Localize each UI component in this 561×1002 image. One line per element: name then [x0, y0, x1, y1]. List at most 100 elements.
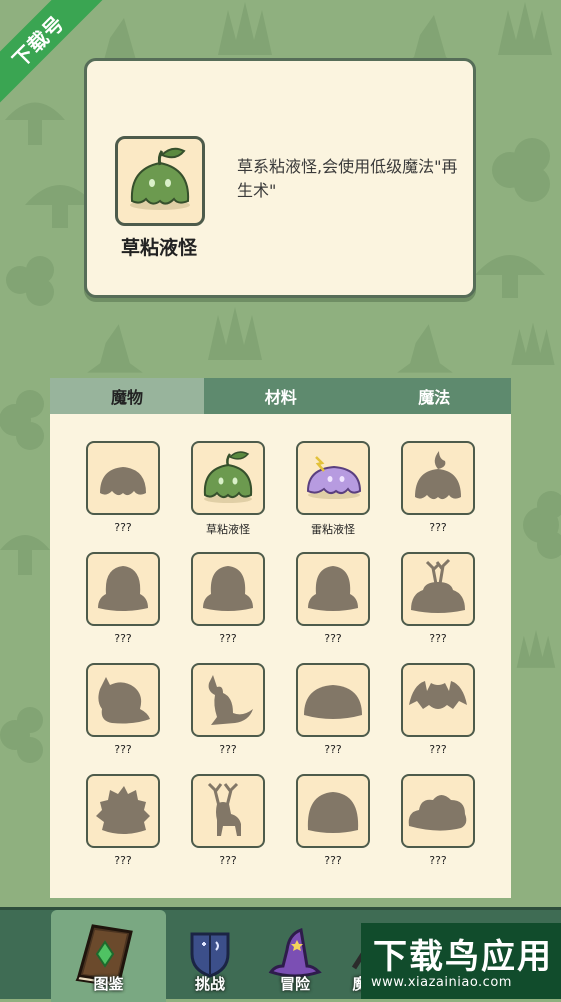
tab-monsters[interactable]: 魔物 — [50, 378, 204, 414]
nav-label: 图鉴 — [93, 975, 124, 993]
monster-label: ??? — [114, 743, 132, 756]
nav-adventure[interactable]: 冒险 — [255, 910, 335, 1002]
monster-entry[interactable]: ??? — [296, 663, 370, 756]
grass-pattern-icon — [208, 307, 262, 360]
monster-entry[interactable]: ??? — [191, 663, 265, 756]
watermark-url: www.xiazainiao.com — [371, 975, 512, 990]
mound-silhouette-icon — [304, 685, 362, 719]
monster-grid: ??? 草粘液怪 雷粘液怪 ??? ??? ??? ??? ??? ??? ??… — [86, 441, 475, 867]
monster-slot[interactable] — [86, 774, 160, 848]
monster-entry[interactable]: 草粘液怪 — [191, 441, 265, 536]
monster-slot[interactable] — [296, 663, 370, 737]
nav-label: 冒险 — [279, 975, 310, 993]
monster-label: ??? — [429, 632, 447, 645]
monster-description: 草系粘液怪,会使用低级魔法"再生术" — [237, 157, 458, 200]
blob-silhouette-icon — [98, 566, 148, 611]
blob-silhouette-icon — [308, 566, 358, 611]
monster-slot[interactable] — [401, 774, 475, 848]
category-tabs: 魔物 材料 魔法 — [50, 378, 511, 414]
watermark-banner: 下载鸟应用 www.xiazainiao.com — [361, 923, 561, 999]
grass-pattern-icon — [516, 630, 556, 668]
monster-entry[interactable]: ??? — [86, 774, 160, 867]
monster-label: ??? — [324, 743, 342, 756]
mushroom-pattern-icon — [5, 102, 65, 145]
nav-label: 挑战 — [194, 975, 225, 993]
nav-encyclopedia[interactable]: 图鉴 — [51, 910, 166, 1002]
grass-pattern-icon — [498, 2, 552, 55]
monster-label: ??? — [324, 632, 342, 645]
monster-label: 雷粘液怪 — [311, 523, 355, 536]
tab-materials[interactable]: 材料 — [204, 378, 358, 414]
flame-slime-silhouette-icon — [415, 451, 461, 500]
monster-entry[interactable]: ??? — [296, 552, 370, 645]
monster-entry[interactable]: ??? — [86, 552, 160, 645]
blob-silhouette-icon — [203, 566, 253, 611]
monster-info-card: 草粘液怪 草系粘液怪,会使用低级魔法"再生术" — [84, 58, 476, 298]
monster-entry[interactable]: ??? — [86, 663, 160, 756]
monster-slot[interactable] — [401, 663, 475, 737]
monster-slot[interactable] — [86, 552, 160, 626]
monster-label: ??? — [219, 854, 237, 867]
monster-entry[interactable]: ??? — [296, 774, 370, 867]
slime-silhouette-icon — [100, 467, 146, 496]
monster-label: ??? — [219, 632, 237, 645]
wizard-hat-icon — [268, 928, 322, 978]
nav-challenge[interactable]: 挑战 — [170, 910, 250, 1002]
monster-slot[interactable] — [191, 552, 265, 626]
monster-entry[interactable]: ??? — [86, 441, 160, 534]
watermark-title: 下载鸟应用 — [373, 937, 553, 977]
monster-entry[interactable]: ??? — [401, 441, 475, 534]
monster-label: 草粘液怪 — [206, 523, 250, 536]
grass-slime-icon — [203, 451, 253, 503]
monster-entry[interactable]: ??? — [191, 774, 265, 867]
mound-silhouette-icon — [307, 792, 359, 833]
monster-portrait — [115, 136, 205, 226]
monster-slot[interactable] — [86, 441, 160, 515]
monster-label: ??? — [114, 854, 132, 867]
shield-icon — [190, 932, 230, 978]
clover-pattern-icon — [0, 390, 44, 450]
grass-slime-icon — [130, 147, 190, 210]
monster-label: ??? — [324, 854, 342, 867]
grass-pattern-icon — [218, 2, 272, 55]
monster-slot[interactable] — [191, 441, 265, 515]
deer-silhouette-icon — [207, 782, 241, 836]
monster-label: ??? — [429, 854, 447, 867]
beast-silhouette-icon — [98, 677, 150, 724]
witch-hat-pattern-icon — [87, 324, 143, 373]
cloud-silhouette-icon — [408, 795, 467, 831]
kangaroo-silhouette-icon — [208, 675, 253, 725]
clover-pattern-icon — [0, 707, 43, 763]
thunder-slime-icon — [306, 456, 362, 499]
mushroom-pattern-icon — [0, 535, 50, 575]
monster-entry[interactable]: ??? — [401, 552, 475, 645]
mushroom-pattern-icon — [475, 255, 545, 298]
monster-entry[interactable]: ??? — [191, 552, 265, 645]
clover-pattern-icon — [6, 256, 54, 306]
tab-magic[interactable]: 魔法 — [358, 378, 512, 414]
monster-slot[interactable] — [401, 552, 475, 626]
monster-entry[interactable]: ??? — [401, 663, 475, 756]
tree-stump-silhouette-icon — [411, 558, 465, 613]
monster-slot[interactable] — [191, 774, 265, 848]
encyclopedia-panel: 魔物 材料 魔法 ??? 草粘液怪 雷粘液怪 ??? ??? ??? ??? ?… — [50, 378, 511, 898]
monster-entry[interactable]: ??? — [401, 774, 475, 867]
hedgehog-silhouette-icon — [96, 786, 150, 834]
monster-slot[interactable] — [296, 441, 370, 515]
clover-pattern-icon — [492, 138, 550, 202]
clover-pattern-icon — [523, 491, 561, 559]
monster-label: ??? — [114, 632, 132, 645]
grass-pattern-icon — [511, 322, 555, 365]
monster-name: 草粘液怪 — [120, 237, 197, 259]
monster-slot[interactable] — [296, 774, 370, 848]
monster-slot[interactable] — [86, 663, 160, 737]
witch-hat-pattern-icon — [397, 324, 453, 373]
monster-entry[interactable]: 雷粘液怪 — [296, 441, 370, 536]
monster-slot[interactable] — [401, 441, 475, 515]
monster-slot[interactable] — [296, 552, 370, 626]
monster-label: ??? — [429, 743, 447, 756]
monster-slot[interactable] — [191, 663, 265, 737]
monster-label: ??? — [219, 743, 237, 756]
bat-silhouette-icon — [409, 681, 467, 709]
monster-label: ??? — [429, 521, 447, 534]
